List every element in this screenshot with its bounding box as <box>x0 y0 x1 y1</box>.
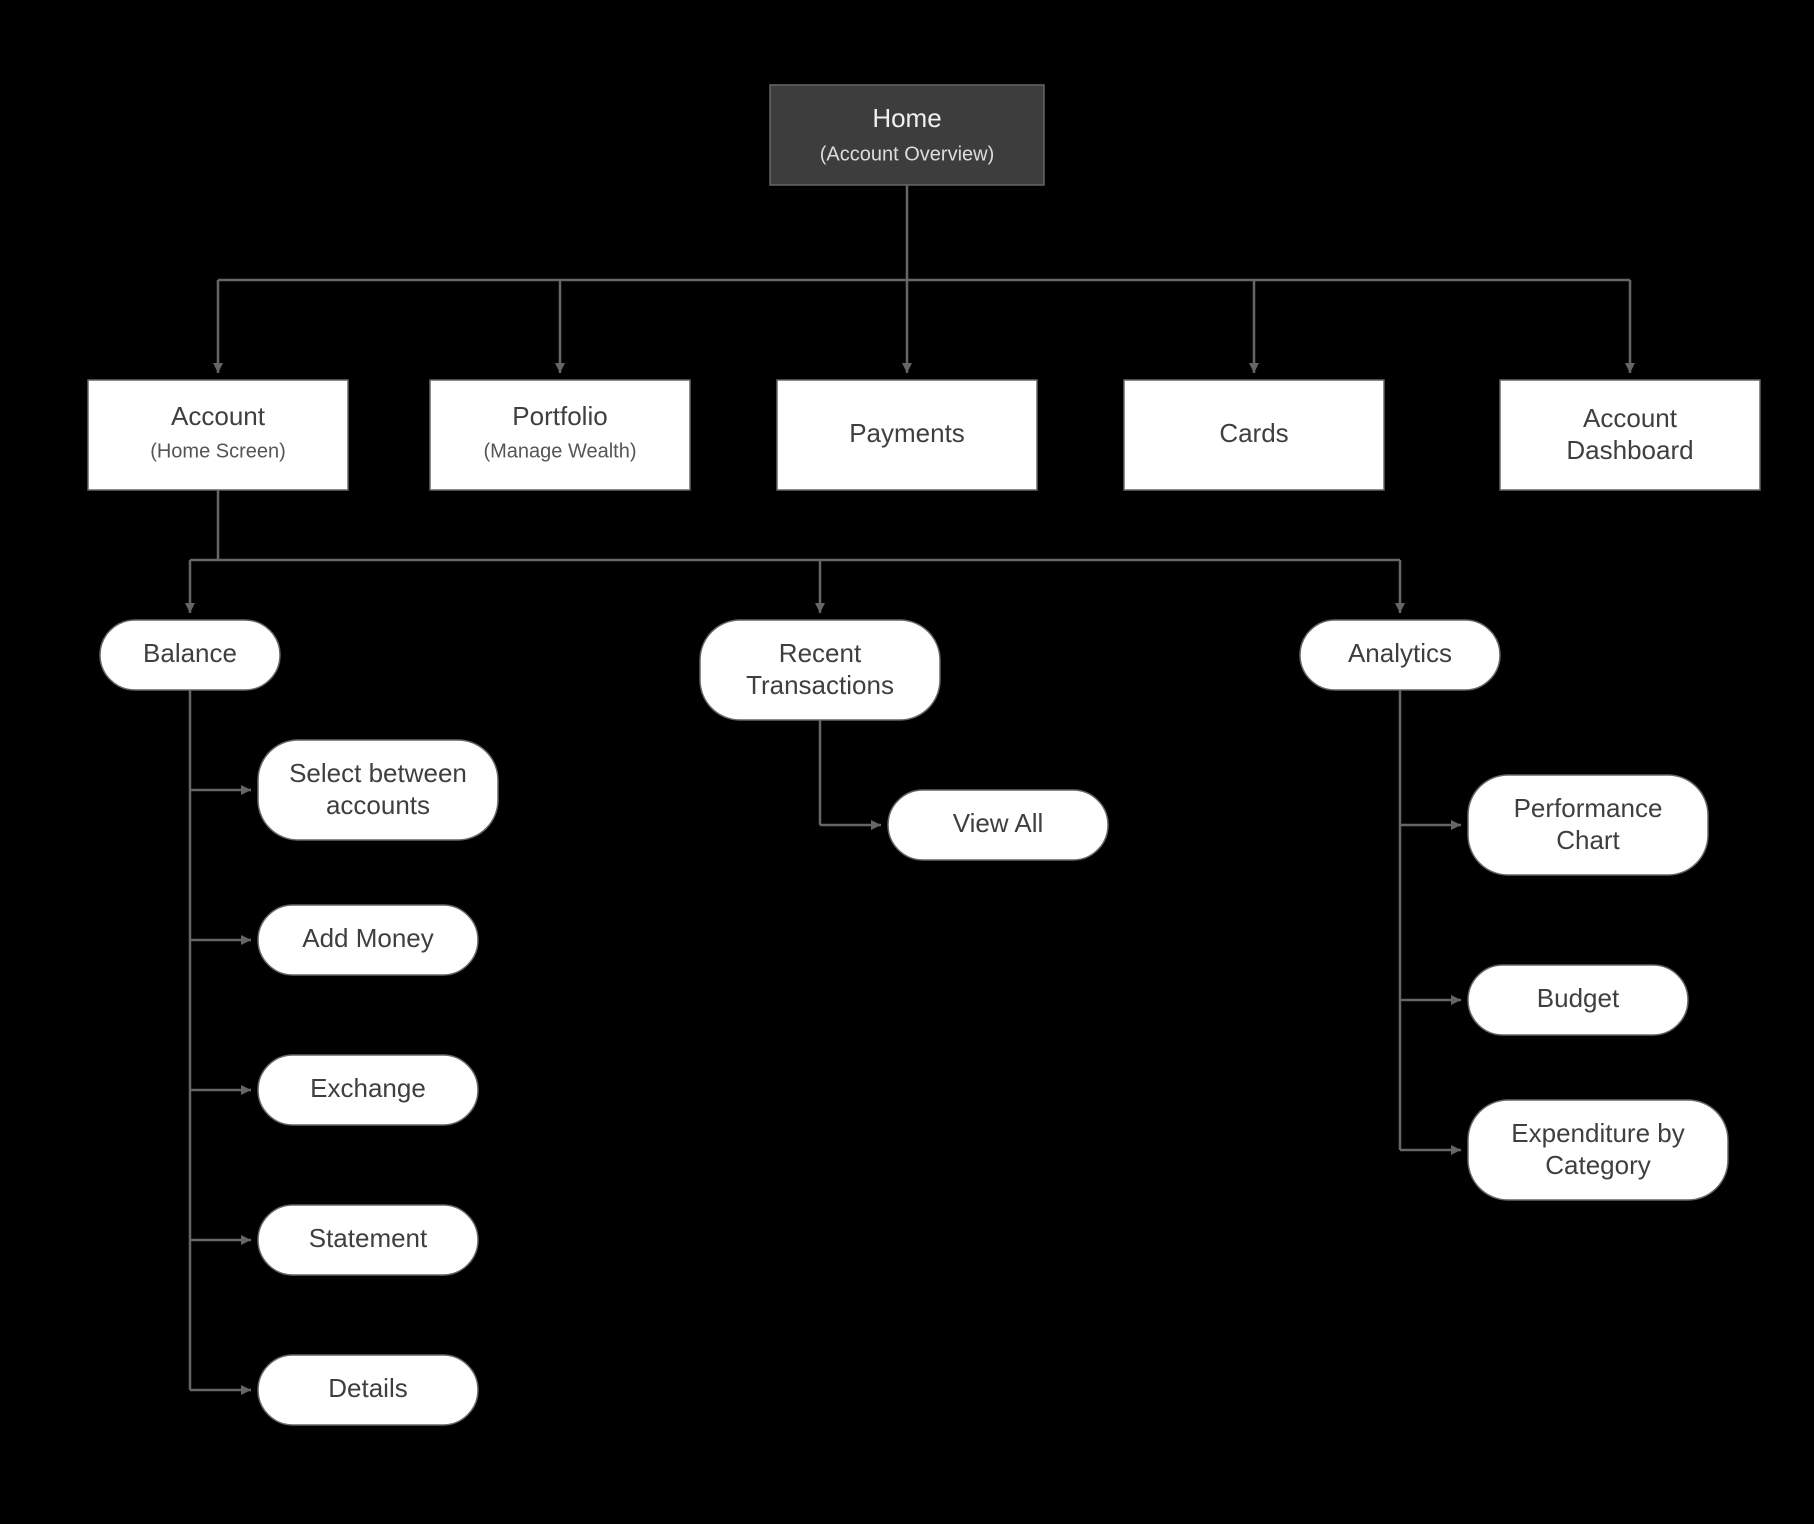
node-expenditure-by-category: Expenditure by Category <box>1468 1100 1728 1200</box>
node-cards-title: Cards <box>1219 418 1288 448</box>
node-analytics: Analytics <box>1300 620 1500 690</box>
node-select-line1: Select between <box>289 758 467 788</box>
node-dashboard-line1: Account <box>1583 403 1678 433</box>
node-performance-chart: Performance Chart <box>1468 775 1708 875</box>
node-select-between-accounts: Select between accounts <box>258 740 498 840</box>
node-expend-line2: Category <box>1545 1150 1651 1180</box>
node-analytics-title: Analytics <box>1348 638 1452 668</box>
node-budget-title: Budget <box>1537 983 1620 1013</box>
node-perf-line2: Chart <box>1556 825 1620 855</box>
sitemap-diagram: Home (Account Overview) Account (Home Sc… <box>0 0 1814 1524</box>
node-add-money-title: Add Money <box>302 923 434 953</box>
node-exchange: Exchange <box>258 1055 478 1125</box>
node-account-title: Account <box>171 401 266 431</box>
node-payments: Payments <box>777 380 1037 490</box>
node-account-subtitle: (Home Screen) <box>150 440 286 462</box>
node-balance-title: Balance <box>143 638 237 668</box>
node-transactions-line2: Transactions <box>746 670 894 700</box>
node-add-money: Add Money <box>258 905 478 975</box>
node-account-dashboard: Account Dashboard <box>1500 380 1760 490</box>
node-view-all-title: View All <box>953 808 1044 838</box>
node-budget: Budget <box>1468 965 1688 1035</box>
node-perf-line1: Performance <box>1514 793 1663 823</box>
node-details-title: Details <box>328 1373 407 1403</box>
node-statement: Statement <box>258 1205 478 1275</box>
node-details: Details <box>258 1355 478 1425</box>
node-home-subtitle: (Account Overview) <box>820 143 995 165</box>
node-account: Account (Home Screen) <box>88 380 348 490</box>
node-expend-line1: Expenditure by <box>1511 1118 1684 1148</box>
node-statement-title: Statement <box>309 1223 428 1253</box>
node-balance: Balance <box>100 620 280 690</box>
node-view-all: View All <box>888 790 1108 860</box>
node-portfolio: Portfolio (Manage Wealth) <box>430 380 690 490</box>
node-dashboard-line2: Dashboard <box>1566 435 1693 465</box>
node-cards: Cards <box>1124 380 1384 490</box>
node-home-title: Home <box>872 103 941 133</box>
node-select-line2: accounts <box>326 790 430 820</box>
node-home: Home (Account Overview) <box>770 85 1044 185</box>
node-transactions-line1: Recent <box>779 638 862 668</box>
node-payments-title: Payments <box>849 418 965 448</box>
node-exchange-title: Exchange <box>310 1073 426 1103</box>
node-portfolio-title: Portfolio <box>512 401 607 431</box>
node-portfolio-subtitle: (Manage Wealth) <box>483 440 636 462</box>
node-recent-transactions: Recent Transactions <box>700 620 940 720</box>
